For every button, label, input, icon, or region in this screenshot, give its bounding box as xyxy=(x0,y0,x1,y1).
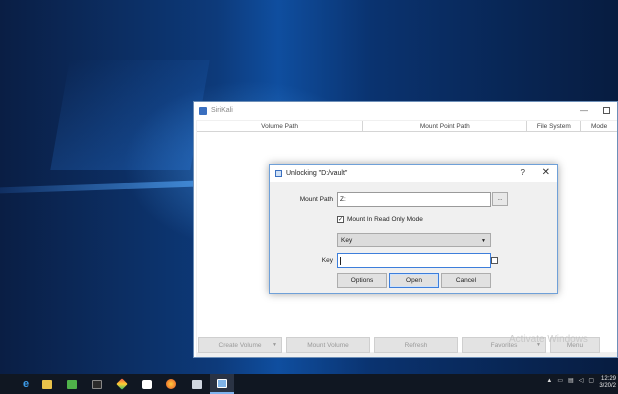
dialog-app-icon xyxy=(275,170,282,177)
main-button-bar: Create Volume ▼ Mount Volume Refresh Fav… xyxy=(196,335,617,355)
taskbar: e ▲ ▭ ▤ ◁ ▢ 12:29 3/20/2 xyxy=(0,374,618,394)
dialog-titlebar[interactable]: Unlocking "D:/vault" ? ✕ xyxy=(270,165,557,182)
app-taskbar-button-green[interactable] xyxy=(60,374,84,394)
mount-path-label: Mount Path xyxy=(299,196,333,203)
firefox-taskbar-button[interactable] xyxy=(159,374,183,394)
terminal-icon xyxy=(92,379,102,389)
taskbar-clock[interactable]: 12:29 3/20/2 xyxy=(596,376,616,390)
main-window-title: SiriKali xyxy=(211,107,233,114)
refresh-button[interactable]: Refresh xyxy=(374,337,458,353)
column-header-mode[interactable]: Mode xyxy=(581,121,617,132)
auth-type-selected-value: Key xyxy=(341,236,353,244)
wallpaper-light-streak xyxy=(0,180,195,194)
column-header-file-system[interactable]: File System xyxy=(527,121,582,132)
chevron-up-icon[interactable]: ▲ xyxy=(546,378,552,384)
open-button[interactable]: Open xyxy=(389,273,439,288)
camera-icon xyxy=(142,379,152,389)
chevron-down-icon: ▼ xyxy=(481,238,486,244)
key-input[interactable] xyxy=(337,253,491,268)
volume-table-header: Volume Path Mount Point Path File System… xyxy=(197,121,617,132)
cancel-button[interactable]: Cancel xyxy=(441,273,491,288)
clock-date: 3/20/2 xyxy=(599,383,616,389)
help-button[interactable]: ? xyxy=(521,168,525,177)
volume-icon[interactable]: ◁ xyxy=(579,377,584,384)
file-explorer-taskbar-button[interactable] xyxy=(35,374,59,394)
chevron-down-icon: ▼ xyxy=(536,342,541,348)
minimize-button[interactable]: — xyxy=(573,102,595,119)
wallpaper-light-beam xyxy=(50,60,210,170)
firefox-icon xyxy=(166,379,176,389)
app-icon xyxy=(199,106,207,115)
edge-icon: e xyxy=(22,378,30,390)
folder-icon: ... xyxy=(497,196,503,202)
camera-taskbar-button[interactable] xyxy=(135,374,159,394)
system-tray: ▲ ▭ ▤ ◁ ▢ xyxy=(541,377,594,385)
network-icon[interactable]: ▤ xyxy=(568,377,574,384)
app-icon xyxy=(192,379,202,389)
read-only-label: Mount In Read Only Mode xyxy=(347,216,423,223)
folder-icon xyxy=(42,379,52,389)
dialog-title: Unlocking "D:/vault" xyxy=(286,170,348,177)
main-window-titlebar[interactable]: SiriKali xyxy=(194,102,617,119)
menu-button[interactable]: Menu xyxy=(550,337,600,353)
text-cursor xyxy=(340,256,341,265)
key-label: Key xyxy=(321,257,333,264)
app-taskbar-button-gray[interactable] xyxy=(185,374,209,394)
column-header-mount-point-path[interactable]: Mount Point Path xyxy=(363,121,528,132)
sirikali-taskbar-button[interactable] xyxy=(210,374,234,394)
app-icon xyxy=(67,379,77,389)
close-button[interactable]: ✕ xyxy=(542,167,550,178)
chevron-down-icon: ▼ xyxy=(272,342,277,348)
favorites-label: Favorites xyxy=(490,341,518,349)
maximize-button[interactable] xyxy=(595,102,617,119)
favorites-button[interactable]: Favorites ▼ xyxy=(462,337,546,353)
terminal-taskbar-button[interactable] xyxy=(85,374,109,394)
read-only-checkbox[interactable]: ✓ xyxy=(337,216,344,223)
auth-type-select[interactable]: Key ▼ xyxy=(337,233,491,247)
app-taskbar-button-multicolor[interactable] xyxy=(110,374,134,394)
mount-volume-button[interactable]: Mount Volume xyxy=(286,337,370,353)
notification-icon[interactable]: ▢ xyxy=(588,377,594,384)
column-header-volume-path[interactable]: Volume Path xyxy=(197,121,364,132)
battery-icon[interactable]: ▭ xyxy=(557,377,563,384)
options-button[interactable]: Options xyxy=(337,273,387,288)
window-controls: — xyxy=(573,102,617,119)
browse-folder-button[interactable]: ... xyxy=(492,192,508,206)
create-volume-label: Create Volume xyxy=(218,341,262,349)
mount-path-input[interactable]: Z: xyxy=(337,192,491,207)
unlock-dialog: Unlocking "D:/vault" ? ✕ Mount Path Z: .… xyxy=(269,164,558,294)
app-icon xyxy=(116,378,128,390)
sirikali-icon xyxy=(217,378,227,388)
clock-time: 12:29 xyxy=(600,376,616,382)
maximize-icon xyxy=(602,107,610,114)
show-key-checkbox[interactable] xyxy=(491,257,498,264)
create-volume-button[interactable]: Create Volume ▼ xyxy=(198,337,282,353)
